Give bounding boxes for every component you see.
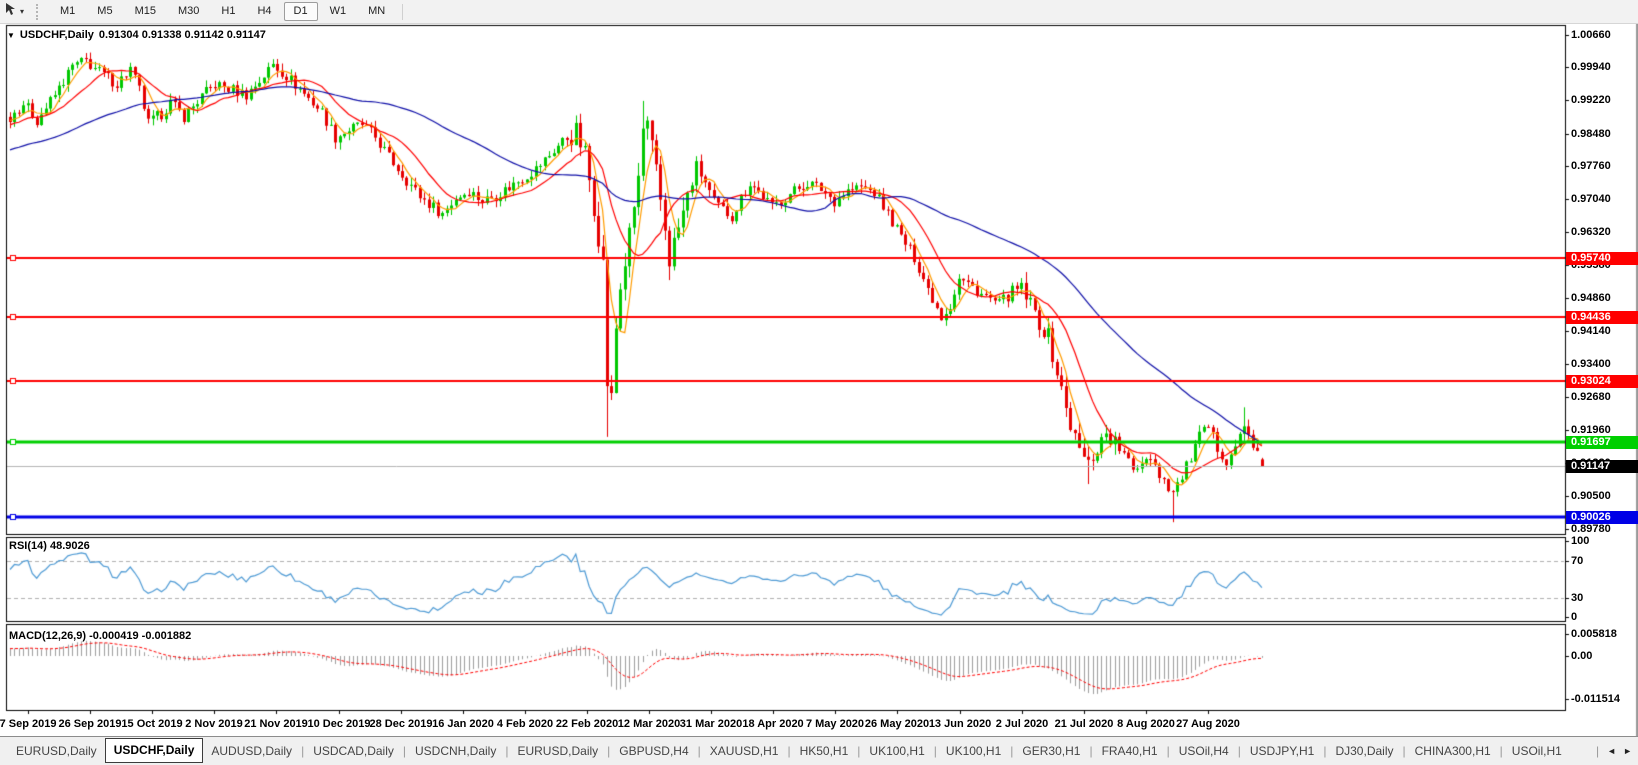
toolbar-grip — [36, 3, 43, 20]
top-toolbar: ▾ M1 M5 M15 M30 H1 H4 D1 W1 MN — [0, 0, 1638, 24]
timeframe-button-m1[interactable]: M1 — [50, 2, 85, 21]
tab-usdchf-daily[interactable]: USDCHF,Daily — [104, 738, 204, 763]
chart-window: ▼ USDCHF,Daily 0.91304 0.91338 0.91142 0… — [0, 24, 1638, 736]
tab-hk50-h1[interactable]: HK50,H1 — [792, 739, 857, 763]
timeframe-button-d1[interactable]: D1 — [283, 2, 318, 21]
cursor-icon — [4, 2, 18, 21]
tab-dj30-daily[interactable]: DJ30,Daily — [1327, 739, 1401, 763]
tab-separator: | — [1596, 744, 1600, 758]
timeframe-button-m30[interactable]: M30 — [168, 2, 209, 21]
tab-scroll-left-icon[interactable]: ◄ — [1607, 746, 1616, 756]
tab-gbpusd-h4[interactable]: GBPUSD,H4 — [611, 739, 696, 763]
symbol-tabs: EURUSD,Daily USDCHF,Daily AUDUSD,Daily | USD… — [0, 737, 1570, 765]
toolbar-separator — [402, 3, 404, 20]
tab-usoil-h4[interactable]: USOil,H4 — [1171, 739, 1237, 763]
timeframe-button-mn[interactable]: MN — [358, 2, 395, 21]
tab-usoil-h1[interactable]: USOil,H1 — [1504, 739, 1570, 763]
tab-uk100-h1[interactable]: UK100,H1 — [938, 739, 1009, 763]
tab-audusd-daily[interactable]: AUDUSD,Daily — [203, 739, 300, 763]
tab-usdcnh-daily[interactable]: USDCNH,Daily — [407, 739, 504, 763]
tab-scroll-right-icon[interactable]: ► — [1623, 746, 1632, 756]
tab-usdcad-daily[interactable]: USDCAD,Daily — [305, 739, 402, 763]
timeframe-button-w1[interactable]: W1 — [320, 2, 357, 21]
tab-scroll-arrows: | ◄ ► — [1595, 744, 1638, 758]
price-chart-canvas[interactable] — [0, 24, 1638, 736]
chevron-down-icon: ▾ — [20, 7, 25, 16]
tab-eurusd-daily[interactable]: EURUSD,Daily — [509, 739, 606, 763]
timeframe-button-h1[interactable]: H1 — [211, 2, 245, 21]
cursor-tool-button[interactable]: ▾ — [0, 2, 28, 21]
tab-uk100-h1[interactable]: UK100,H1 — [861, 739, 932, 763]
symbol-tabbar: EURUSD,Daily USDCHF,Daily AUDUSD,Daily | USD… — [0, 736, 1638, 765]
timeframe-buttons: M1 M5 M15 M30 H1 H4 D1 W1 MN — [49, 2, 396, 21]
tab-china300-h1[interactable]: CHINA300,H1 — [1407, 739, 1499, 763]
timeframe-button-m15[interactable]: M15 — [125, 2, 166, 21]
tab-eurusd-daily[interactable]: EURUSD,Daily — [8, 739, 105, 763]
timeframe-button-m5[interactable]: M5 — [87, 2, 122, 21]
timeframe-button-h4[interactable]: H4 — [247, 2, 281, 21]
tab-xauusd-h1[interactable]: XAUUSD,H1 — [702, 739, 787, 763]
tab-fra40-h1[interactable]: FRA40,H1 — [1094, 739, 1166, 763]
tab-ger30-h1[interactable]: GER30,H1 — [1014, 739, 1088, 763]
tab-usdjpy-h1[interactable]: USDJPY,H1 — [1242, 739, 1322, 763]
